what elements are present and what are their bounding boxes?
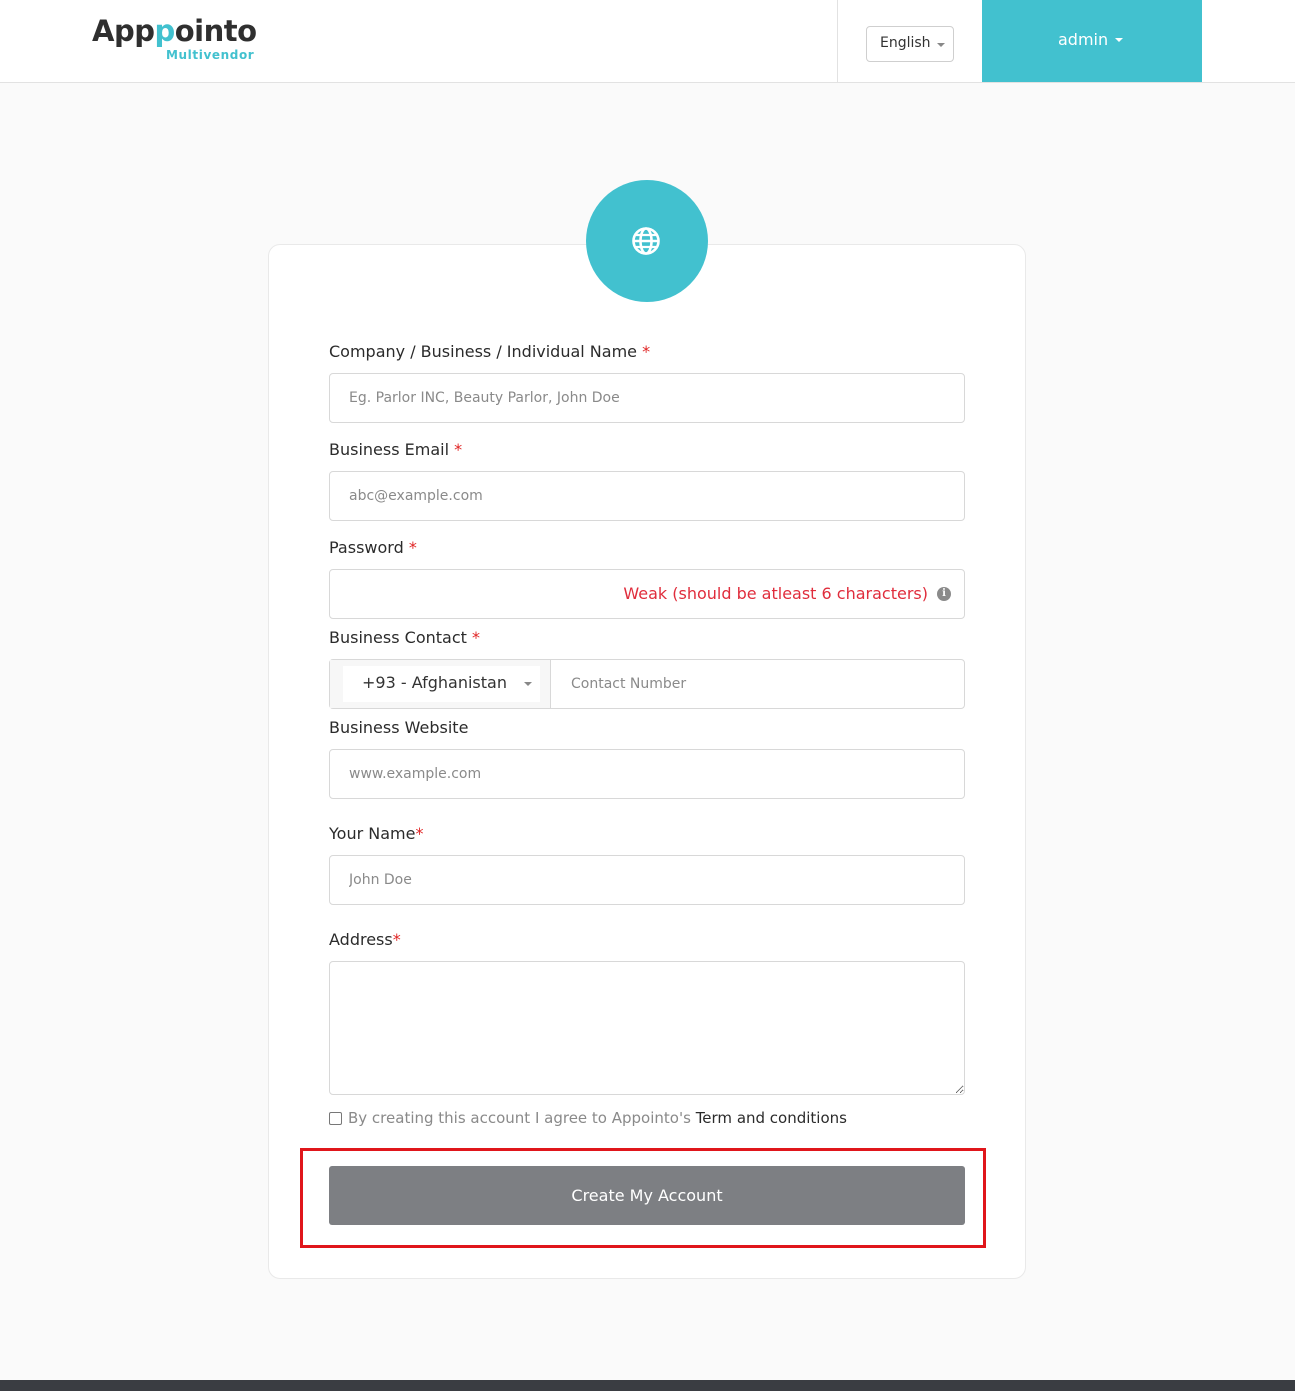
user-menu-button[interactable]: admin bbox=[982, 0, 1202, 82]
country-code-value-box: +93 - Afghanistan bbox=[343, 666, 540, 702]
company-name-label: Company / Business / Individual Name * bbox=[329, 342, 651, 361]
country-code-select[interactable]: +93 - Afghanistan bbox=[330, 660, 551, 708]
your-name-label: Your Name* bbox=[329, 824, 424, 843]
password-strength-hint: Weak (should be atleast 6 characters) bbox=[623, 584, 928, 603]
info-icon[interactable]: i bbox=[937, 587, 951, 601]
address-textarea[interactable] bbox=[329, 961, 965, 1095]
country-code-value: +93 - Afghanistan bbox=[362, 673, 507, 692]
business-contact-group: +93 - Afghanistan bbox=[329, 659, 965, 709]
logo-subtitle: Multivendor bbox=[166, 48, 255, 62]
header-divider bbox=[837, 0, 838, 82]
business-website-input[interactable] bbox=[329, 749, 965, 799]
business-email-label: Business Email * bbox=[329, 440, 463, 459]
terms-text: By creating this account I agree to Appo… bbox=[348, 1109, 847, 1127]
contact-number-input[interactable] bbox=[552, 660, 964, 708]
business-email-input[interactable] bbox=[329, 471, 965, 521]
business-contact-label: Business Contact * bbox=[329, 628, 480, 647]
password-label: Password * bbox=[329, 538, 417, 557]
password-input[interactable]: Weak (should be atleast 6 characters) i bbox=[329, 569, 965, 619]
language-value: English bbox=[880, 35, 931, 51]
chevron-down-icon bbox=[1115, 38, 1123, 42]
chevron-down-icon bbox=[937, 43, 945, 47]
create-account-button[interactable]: Create My Account bbox=[329, 1166, 965, 1225]
terms-link[interactable]: Term and conditions bbox=[696, 1109, 847, 1127]
logo-wordmark: Apppointo bbox=[92, 14, 257, 48]
globe-icon bbox=[632, 227, 660, 255]
footer-bar bbox=[0, 1380, 1295, 1391]
top-header: Apppointo Multivendor English admin bbox=[0, 0, 1295, 83]
card-badge bbox=[586, 180, 708, 302]
app-logo[interactable]: Apppointo Multivendor bbox=[92, 14, 257, 62]
address-label: Address* bbox=[329, 930, 401, 949]
terms-checkbox[interactable] bbox=[329, 1112, 342, 1125]
language-select[interactable]: English bbox=[866, 26, 954, 62]
company-name-input[interactable] bbox=[329, 373, 965, 423]
user-name: admin bbox=[1058, 30, 1109, 49]
your-name-input[interactable] bbox=[329, 855, 965, 905]
business-website-label: Business Website bbox=[329, 718, 469, 737]
chevron-down-icon bbox=[524, 682, 532, 686]
